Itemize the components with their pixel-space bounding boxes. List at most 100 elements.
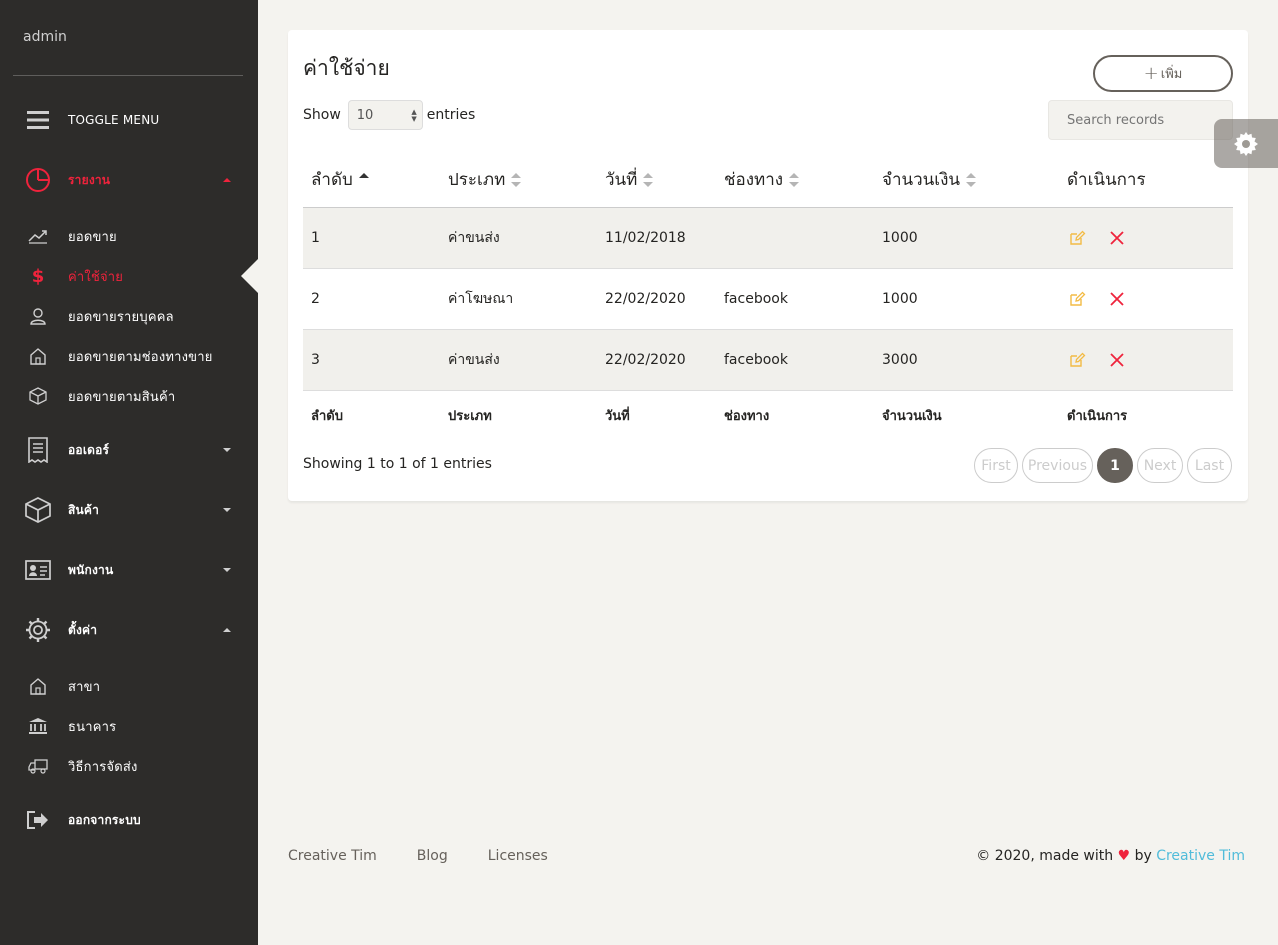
sidebar-item-label: สาขา (68, 679, 101, 695)
delete-icon[interactable] (1108, 351, 1126, 369)
cell-actions (1059, 207, 1233, 269)
sidebar-item-label: ออเดอร์ (68, 442, 110, 457)
sidebar-item-sales-channel[interactable]: ยอดขายตามช่องทางขาย (0, 338, 258, 374)
sidebar-item-label: ยอดขาย (68, 229, 117, 245)
footer-cell: ลำดับ (311, 408, 343, 424)
sidebar-item-expenses[interactable]: $ ค่าใช้จ่าย (0, 258, 258, 294)
sidebar-item-settings[interactable]: ตั้งค่า (0, 612, 258, 648)
sort-icon (643, 172, 654, 187)
gear-icon (23, 615, 53, 645)
page-next-button[interactable]: Next (1137, 448, 1183, 483)
cell-date: 22/02/2020 (597, 268, 716, 330)
page-1-button[interactable]: 1 (1097, 448, 1133, 483)
edit-icon[interactable] (1068, 229, 1086, 247)
sort-icon (789, 172, 800, 187)
fixed-plugin-settings[interactable] (1214, 119, 1278, 168)
sort-asc-icon (358, 172, 369, 187)
page-first-button[interactable]: First (974, 448, 1018, 483)
table-info: Showing 1 to 1 of 1 entries (303, 456, 492, 472)
sidebar-item-label: ธนาคาร (68, 719, 117, 735)
chevron-down-icon (223, 448, 231, 452)
footer-cell: ดำเนินการ (1067, 408, 1128, 424)
cell-channel (716, 207, 874, 269)
user-icon (23, 301, 53, 331)
column-header-amount[interactable]: จำนวนเงิน (874, 152, 1059, 208)
add-button[interactable]: + เพิ่ม (1093, 55, 1233, 92)
column-header-date[interactable]: วันที่ (597, 152, 716, 208)
table-header-row: ลำดับ ประเภท วันที่ ช่องทาง จำนวนเงิน ดำ… (303, 152, 1233, 208)
heart-icon: ♥ (1117, 848, 1131, 864)
chevron-up-icon (223, 628, 231, 632)
footer-copyright: © 2020, made with ♥ by Creative Tim (976, 848, 1245, 864)
sidebar-item-label: สินค้า (68, 502, 100, 517)
sidebar-item-sales-person[interactable]: ยอดขายรายบุคคล (0, 298, 258, 334)
home-icon (23, 341, 53, 371)
gear-icon (1234, 131, 1258, 156)
search-input[interactable] (1048, 100, 1233, 140)
sidebar-item-products[interactable]: สินค้า (0, 492, 258, 528)
copyright-text: © 2020, made with (976, 848, 1114, 864)
chevron-down-icon (223, 568, 231, 572)
chevron-down-icon (223, 508, 231, 512)
sidebar-item-orders[interactable]: ออเดอร์ (0, 432, 258, 468)
footer-cell: ประเภท (448, 408, 492, 424)
plus-icon: + (1143, 63, 1159, 84)
sidebar-item-shipping[interactable]: วิธีการจัดส่ง (0, 748, 258, 784)
edit-icon[interactable] (1068, 290, 1086, 308)
footer-cell: จำนวนเงิน (882, 408, 942, 424)
sidebar-username[interactable]: admin (23, 29, 67, 45)
sidebar-item-reports[interactable]: รายงาน (0, 162, 258, 198)
cell-no: 1 (303, 207, 440, 269)
page-last-button[interactable]: Last (1187, 448, 1232, 483)
id-card-icon (23, 555, 53, 585)
cell-channel: facebook (716, 329, 874, 391)
footer-cell: ช่องทาง (724, 408, 770, 424)
cell-amount: 3000 (874, 329, 1059, 391)
footer-link-blog[interactable]: Blog (417, 848, 448, 864)
page-previous-button[interactable]: Previous (1022, 448, 1093, 483)
dollar-icon: $ (31, 265, 45, 287)
footer-link-creative-tim[interactable]: Creative Tim (288, 848, 377, 864)
entries-label: entries (426, 107, 476, 123)
table-row: 1 ค่าขนส่ง 11/02/2018 1000 (303, 207, 1233, 269)
page-title: ค่าใช้จ่าย (303, 56, 390, 80)
sidebar-item-label: ค่าใช้จ่าย (68, 269, 124, 285)
toggle-menu-label: TOGGLE MENU (68, 113, 160, 127)
cell-type: ค่าขนส่ง (440, 329, 597, 391)
box-icon (23, 381, 53, 411)
sidebar-item-branch[interactable]: สาขา (0, 668, 258, 704)
truck-icon (23, 751, 53, 781)
by-text: by (1134, 848, 1152, 864)
author-link[interactable]: Creative Tim (1156, 848, 1245, 864)
column-header-actions: ดำเนินการ (1059, 152, 1233, 208)
trend-line-icon (23, 221, 53, 251)
column-header-no[interactable]: ลำดับ (303, 152, 440, 208)
delete-icon[interactable] (1108, 229, 1126, 247)
column-header-channel[interactable]: ช่องทาง (716, 152, 874, 208)
sidebar-item-label: ยอดขายรายบุคคล (68, 309, 174, 325)
sidebar-item-sales[interactable]: ยอดขาย (0, 218, 258, 254)
toggle-menu-button[interactable]: TOGGLE MENU (0, 102, 258, 138)
column-header-type[interactable]: ประเภท (440, 152, 597, 208)
sidebar-item-logout[interactable]: ออกจากระบบ (0, 802, 258, 838)
sidebar: admin TOGGLE MENU รายงาน ยอดขาย $ ค่าใช้… (0, 0, 258, 945)
delete-icon[interactable] (1108, 290, 1126, 308)
cell-amount: 1000 (874, 268, 1059, 330)
pagination: First Previous 1 Next Last (974, 448, 1236, 483)
pie-chart-icon (23, 165, 53, 195)
package-icon (23, 495, 53, 525)
expenses-table: ลำดับ ประเภท วันที่ ช่องทาง จำนวนเงิน ดำ… (303, 152, 1233, 440)
sidebar-item-bank[interactable]: ธนาคาร (0, 708, 258, 744)
cell-actions (1059, 268, 1233, 330)
sidebar-item-sales-product[interactable]: ยอดขายตามสินค้า (0, 378, 258, 414)
entries-length-control: Show 10 ▲ ▼ entries (303, 100, 475, 130)
cell-type: ค่าโฆษณา (440, 268, 597, 330)
edit-icon[interactable] (1068, 351, 1086, 369)
receipt-icon (23, 435, 53, 465)
sidebar-item-employees[interactable]: พนักงาน (0, 552, 258, 588)
sidebar-divider (13, 75, 243, 76)
footer-link-licenses[interactable]: Licenses (488, 848, 548, 864)
sort-icon (966, 172, 977, 187)
footer-nav: Creative Tim Blog Licenses (288, 848, 588, 864)
entries-select[interactable]: 10 ▲ ▼ (347, 100, 423, 130)
